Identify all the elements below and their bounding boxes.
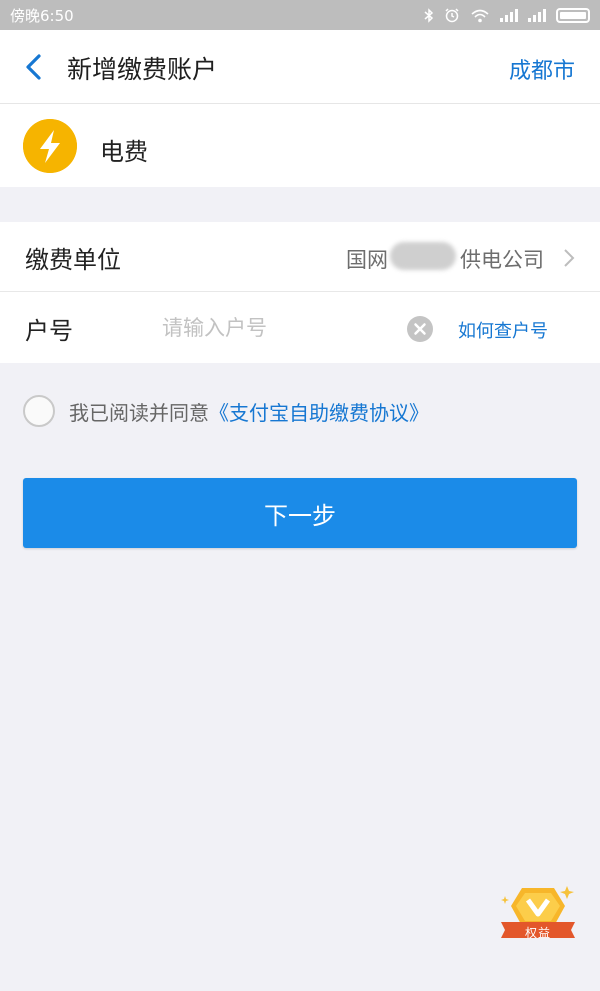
account-number-label: 户号 xyxy=(25,317,73,345)
clear-icon[interactable] xyxy=(406,315,434,343)
status-bar: 傍晚6:50 xyxy=(0,0,600,30)
signal-icon-2 xyxy=(528,8,546,22)
redacted-text xyxy=(390,242,456,270)
bill-type-row: 电费 xyxy=(0,104,600,187)
screen: 傍晚6:50 新增缴费账户 成都市 电费 缴费单位 国网 供电公司 户号 请输入… xyxy=(0,0,600,991)
payment-unit-row[interactable]: 缴费单位 国网 供电公司 xyxy=(0,222,600,292)
chevron-right-icon xyxy=(564,249,575,267)
signal-icon xyxy=(500,8,518,22)
city-selector[interactable]: 成都市 xyxy=(509,53,575,85)
alarm-icon xyxy=(445,8,459,23)
agreement-text: 我已阅读并同意 xyxy=(69,400,209,425)
unit-value-suffix: 供电公司 xyxy=(460,248,544,272)
account-number-row: 户号 如何查户号 xyxy=(0,293,600,363)
lightning-bolt-icon xyxy=(23,119,77,173)
back-arrow-icon[interactable] xyxy=(22,52,46,82)
rights-badge-icon xyxy=(501,886,575,938)
bill-type-label: 电费 xyxy=(100,138,148,166)
next-step-button[interactable]: 下一步 xyxy=(23,478,577,548)
rights-badge[interactable]: 权益 xyxy=(497,882,579,954)
status-time: 傍晚6:50 xyxy=(10,6,74,25)
agreement-link[interactable]: 《支付宝自助缴费协议》 xyxy=(209,397,429,426)
agreement-row: 我已阅读并同意 《支付宝自助缴费协议》 xyxy=(23,395,429,427)
agreement-checkbox[interactable] xyxy=(23,395,55,427)
page-title: 新增缴费账户 xyxy=(67,55,218,84)
status-icons xyxy=(424,7,590,23)
bluetooth-icon xyxy=(424,7,434,23)
nav-bar: 新增缴费账户 成都市 xyxy=(0,30,600,104)
battery-icon xyxy=(556,7,590,23)
unit-value-prefix: 国网 xyxy=(346,248,388,272)
how-to-find-account-link[interactable]: 如何查户号 xyxy=(458,317,548,343)
wifi-icon xyxy=(471,9,489,22)
rights-badge-label: 权益 xyxy=(524,926,551,940)
account-form: 缴费单位 国网 供电公司 户号 如何查户号 xyxy=(0,222,600,363)
account-number-input[interactable] xyxy=(162,311,392,345)
payment-unit-label: 缴费单位 xyxy=(25,246,121,274)
